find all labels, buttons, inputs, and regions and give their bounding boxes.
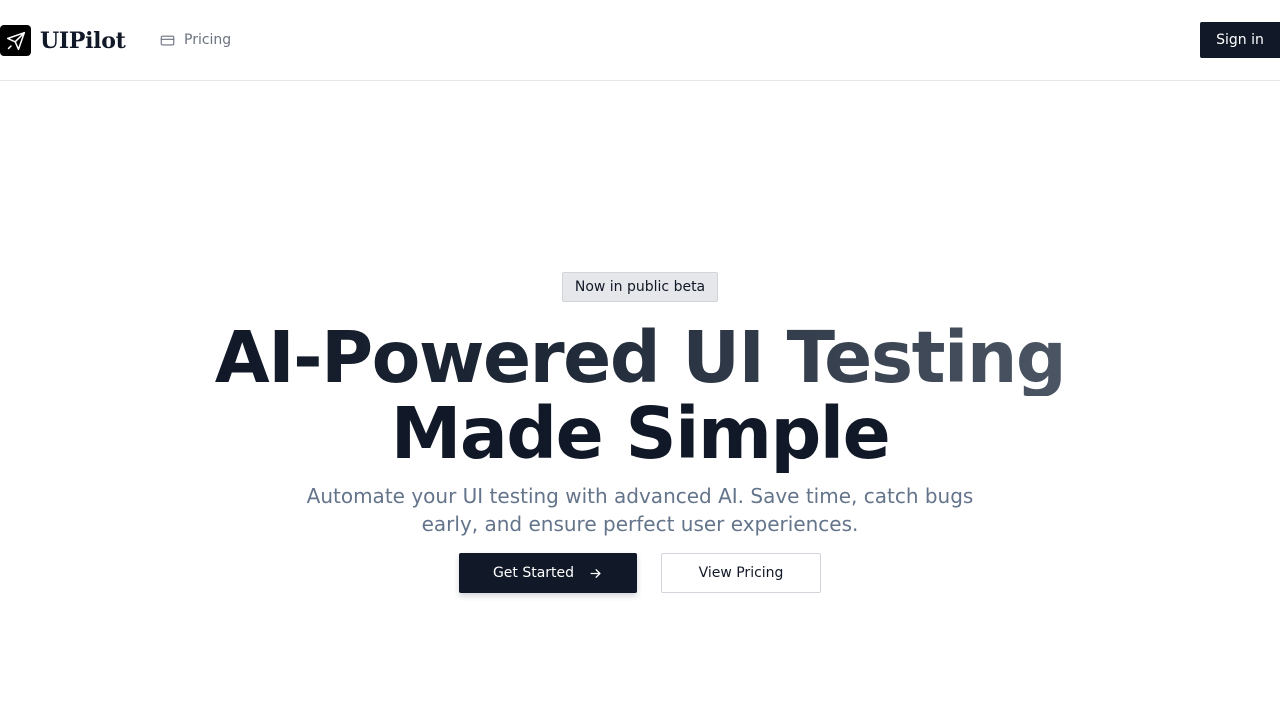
nav-link-label: Pricing [184,32,232,48]
hero-section: Now in public beta AI-Powered UI Testing… [0,81,1280,720]
hero-headline: AI-Powered UI Testing Made Simple [0,320,1280,472]
headline-line-2: Made Simple [390,392,891,475]
hero-subtitle: Automate your UI testing with advanced A… [306,484,974,536]
view-pricing-button[interactable]: View Pricing [661,553,821,593]
top-navigation-bar: UIPilot Pricing Sign in [0,0,1280,81]
brand-name: UIPilot [40,27,126,54]
get-started-label: Get Started [492,565,575,581]
credit-card-icon [160,33,175,48]
sign-in-button[interactable]: Sign in [1200,22,1280,58]
arrow-right-icon [588,566,603,581]
paper-plane-icon [0,25,31,56]
brand-logo-link[interactable]: UIPilot [0,25,126,56]
nav-link-pricing[interactable]: Pricing [160,30,231,50]
headline-line-1: AI-Powered UI Testing [214,316,1067,399]
beta-badge: Now in public beta [562,272,718,302]
get-started-button[interactable]: Get Started [459,553,637,593]
